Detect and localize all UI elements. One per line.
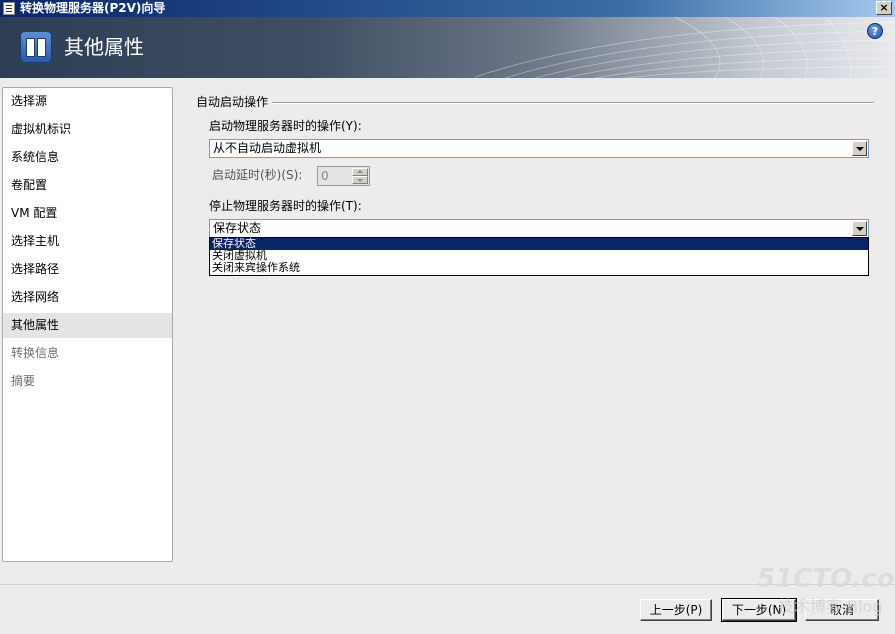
stop-action-value: 保存状态 — [213, 221, 262, 235]
stop-action-select[interactable]: 保存状态 — [209, 219, 869, 238]
chevron-down-icon[interactable] — [852, 141, 867, 156]
sidebar-item-vm-identity[interactable]: 虚拟机标识 — [3, 117, 172, 142]
start-action-label: 启动物理服务器时的操作(Y): — [209, 119, 362, 133]
stop-action-dropdown-list: 保存状态 关闭虚拟机 关闭来宾操作系统 — [209, 237, 869, 276]
app-icon — [3, 2, 15, 15]
sidebar-item-select-path[interactable]: 选择路径 — [3, 257, 172, 282]
dropdown-option-save-state[interactable]: 保存状态 — [210, 238, 868, 250]
dropdown-option-shutdown-guest-os[interactable]: 关闭来宾操作系统 — [210, 262, 868, 274]
wizard-page-icon — [20, 31, 52, 63]
wizard-steps-sidebar: 选择源 虚拟机标识 系统信息 卷配置 VM 配置 选择主机 选择路径 选择网络 … — [2, 87, 173, 562]
sidebar-item-select-source[interactable]: 选择源 — [3, 89, 172, 114]
title-bar: 转换物理服务器(P2V)向导 × — [0, 0, 895, 17]
help-icon[interactable]: ? — [867, 23, 883, 39]
start-action-value: 从不自动启动虚拟机 — [213, 141, 322, 155]
section-divider — [272, 102, 874, 104]
back-button[interactable]: 上一步(P) — [640, 599, 712, 621]
section-title: 自动启动操作 — [196, 95, 269, 109]
window-title: 转换物理服务器(P2V)向导 — [20, 1, 166, 15]
sidebar-item-vm-config[interactable]: VM 配置 — [3, 201, 172, 226]
sidebar-item-select-host[interactable]: 选择主机 — [3, 229, 172, 254]
delay-value: 0 — [321, 169, 329, 183]
close-button[interactable]: × — [876, 1, 892, 15]
stop-action-label: 停止物理服务器时的操作(T): — [209, 199, 362, 213]
dropdown-option-turn-off-vm[interactable]: 关闭虚拟机 — [210, 250, 868, 262]
sidebar-item-summary: 摘要 — [11, 374, 36, 388]
sidebar-item-conversion-info: 转换信息 — [11, 346, 60, 360]
delay-label: 启动延时(秒)(S): — [212, 168, 303, 182]
page-title: 其他属性 — [64, 35, 144, 59]
start-action-select[interactable]: 从不自动启动虚拟机 — [209, 139, 869, 158]
header-decoration — [475, 17, 895, 78]
delay-spinner: 0 — [317, 166, 370, 186]
sidebar-item-volume-config[interactable]: 卷配置 — [3, 173, 172, 198]
spinner-down-icon — [352, 176, 368, 184]
watermark-logo: 51CTO.com — [757, 564, 895, 594]
sidebar-item-additional-properties[interactable]: 其他属性 — [3, 313, 172, 338]
watermark-subtext: 技术博客 Blog — [778, 597, 883, 616]
sidebar-item-system-info[interactable]: 系统信息 — [3, 145, 172, 170]
spinner-up-icon — [352, 168, 368, 176]
chevron-down-icon[interactable] — [852, 221, 867, 236]
wizard-header: 其他属性 ? — [0, 17, 895, 78]
sidebar-item-select-network[interactable]: 选择网络 — [3, 285, 172, 310]
